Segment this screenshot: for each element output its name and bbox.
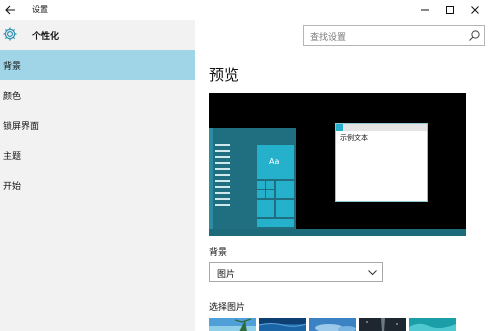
sidebar-item-label: 锁屏界面 [3,121,40,132]
sidebar-item-colors[interactable]: 颜色 [0,80,195,110]
maximize-button[interactable] [437,0,463,20]
choose-picture-label: 选择图片 [209,303,246,313]
picture-thumbnail-sky[interactable] [309,317,356,331]
thumbnail-image [409,318,456,331]
preview-window-accent [336,124,343,131]
preview-menu-line [215,156,230,158]
sidebar-item-label: 背景 [3,61,22,72]
preview-heading: 预览 [209,66,240,84]
sidebar-item-background[interactable]: 背景 [0,50,195,80]
thumbnail-image [359,318,406,331]
preview-tile [257,200,274,217]
search-icon[interactable] [468,29,481,42]
preview-menu-line [215,174,230,176]
preview-tile [266,181,274,189]
arrow-left-icon [4,5,15,15]
sidebar-item-label: 颜色 [3,91,22,102]
preview-tile [276,200,294,217]
minimize-button[interactable] [412,0,438,20]
preview-tile-label: Aa [269,157,280,166]
maximize-icon [446,6,454,14]
sidebar-item-label: 开始 [3,181,22,192]
picture-thumbnail-wave[interactable] [409,317,456,331]
minimize-icon [421,9,429,11]
sidebar-item-lock-screen[interactable]: 锁屏界面 [0,110,195,140]
background-label: 背景 [209,248,228,258]
preview-menu-line [215,162,230,164]
preview-start-rail [209,128,213,229]
sidebar-item-label: 主题 [3,151,22,162]
title-bar: 设置 [0,0,491,20]
preview-menu-line [215,144,230,146]
gear-icon [3,27,17,41]
preview-tile [257,219,294,227]
preview-tile [276,181,294,198]
search-placeholder: 查找设置 [310,33,347,43]
sidebar: 个性化 背景 颜色 锁屏界面 主题 开始 [0,20,195,331]
preview-menu-line [215,186,230,188]
window-title: 设置 [32,5,48,14]
back-button[interactable] [0,0,20,20]
preview-menu-line [215,192,230,194]
preview-menu-line [215,204,230,206]
preview-start-menu: Aa [209,128,296,229]
background-select[interactable]: 图片 [209,262,383,282]
picture-thumbnail-beach[interactable] [209,317,256,331]
preview-tile [257,181,265,189]
thumbnail-image [209,318,256,331]
chevron-down-icon [368,270,377,276]
sidebar-item-themes[interactable]: 主题 [0,140,195,170]
preview-menu-line [215,150,230,152]
background-preview: Aa 示例文本 [209,93,466,236]
close-button[interactable] [462,0,488,20]
sidebar-item-start[interactable]: 开始 [0,170,195,200]
preview-menu-line [215,198,230,200]
sidebar-header: 个性化 [0,20,195,50]
picture-thumbnail-lake[interactable] [259,317,306,331]
preview-tile: Aa [257,145,294,179]
preview-tile [266,190,274,198]
search-input[interactable]: 查找设置 [303,25,485,46]
preview-window: 示例文本 [335,123,428,202]
preview-window-titlebar [336,124,427,131]
preview-taskbar [209,229,466,236]
thumbnail-image [309,318,356,331]
preview-tile [257,190,265,198]
close-icon [471,6,479,14]
picture-thumbnail-night[interactable] [359,317,406,331]
page-title: 个性化 [32,32,60,42]
background-select-value: 图片 [217,270,236,280]
preview-menu-line [215,180,230,182]
preview-window-text: 示例文本 [340,134,368,142]
thumbnail-image [259,318,306,331]
preview-menu-line [215,168,230,170]
